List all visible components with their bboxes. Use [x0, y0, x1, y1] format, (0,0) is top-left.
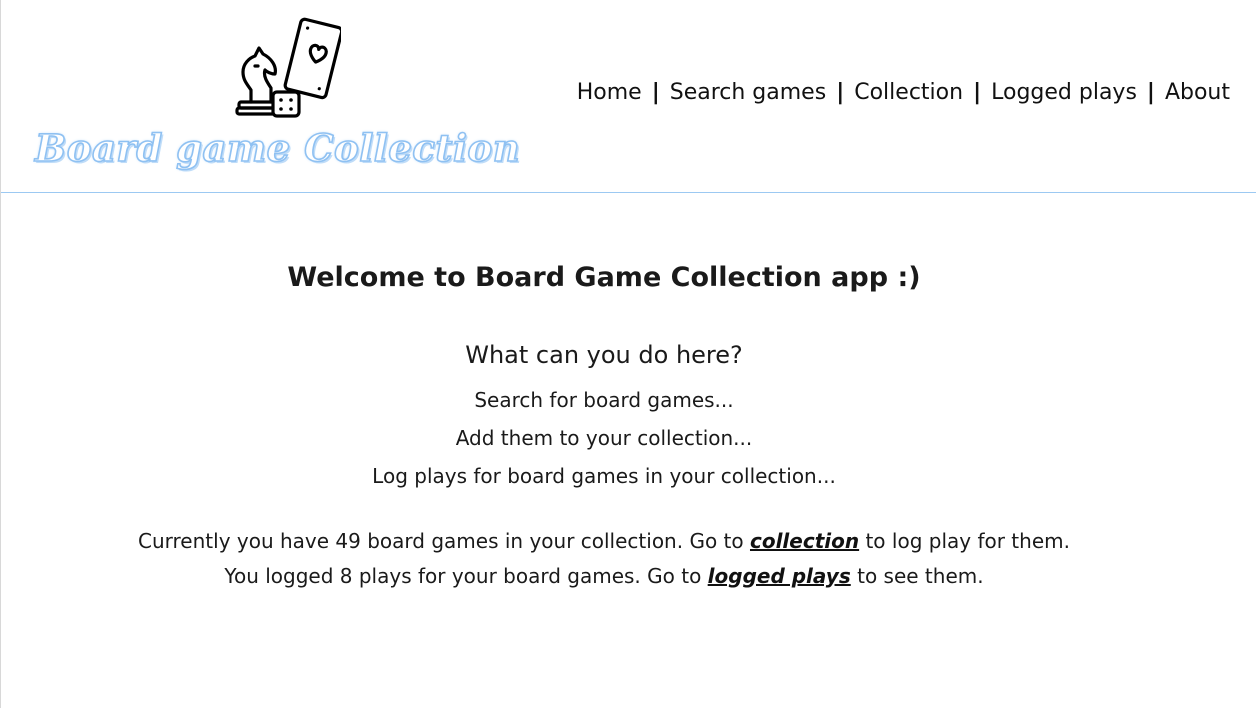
nav-collection[interactable]: Collection — [854, 80, 963, 105]
site-header: Board game Collection Home | Search game… — [1, 0, 1256, 193]
nav-separator: | — [973, 79, 982, 105]
board-game-logo-icon[interactable] — [229, 14, 344, 120]
welcome-heading: Welcome to Board Game Collection app :) — [287, 262, 921, 293]
feature-log-plays: Log plays for board games in your collec… — [372, 464, 836, 488]
nav-search-games[interactable]: Search games — [670, 80, 826, 105]
nav-logged-plays[interactable]: Logged plays — [991, 80, 1137, 105]
nav-separator: | — [1146, 79, 1155, 105]
feature-add-collection: Add them to your collection... — [455, 426, 753, 450]
main-content: Welcome to Board Game Collection app :) … — [1, 193, 1256, 708]
features-subtitle: What can you do here? — [465, 341, 743, 369]
plays-stat-text-end: to see them. — [857, 564, 984, 588]
nav-separator: | — [651, 79, 660, 105]
feature-search: Search for board games... — [474, 388, 734, 412]
collection-stat-text-end: to log play for them. — [865, 529, 1070, 553]
main-nav: Home | Search games | Collection | Logge… — [577, 72, 1230, 112]
nav-home[interactable]: Home — [577, 80, 642, 105]
nav-separator: | — [836, 79, 845, 105]
plays-stat: You logged 8 plays for your board games.… — [1, 561, 1207, 591]
collection-link[interactable]: collection — [750, 529, 859, 553]
collection-stat-text: Currently you have 49 board games in you… — [138, 529, 744, 553]
logged-plays-link[interactable]: logged plays — [708, 564, 851, 588]
nav-about[interactable]: About — [1165, 80, 1230, 105]
plays-stat-text: You logged 8 plays for your board games.… — [224, 564, 702, 588]
brand-title[interactable]: Board game Collection — [34, 116, 520, 180]
collection-stat: Currently you have 49 board games in you… — [1, 526, 1207, 556]
